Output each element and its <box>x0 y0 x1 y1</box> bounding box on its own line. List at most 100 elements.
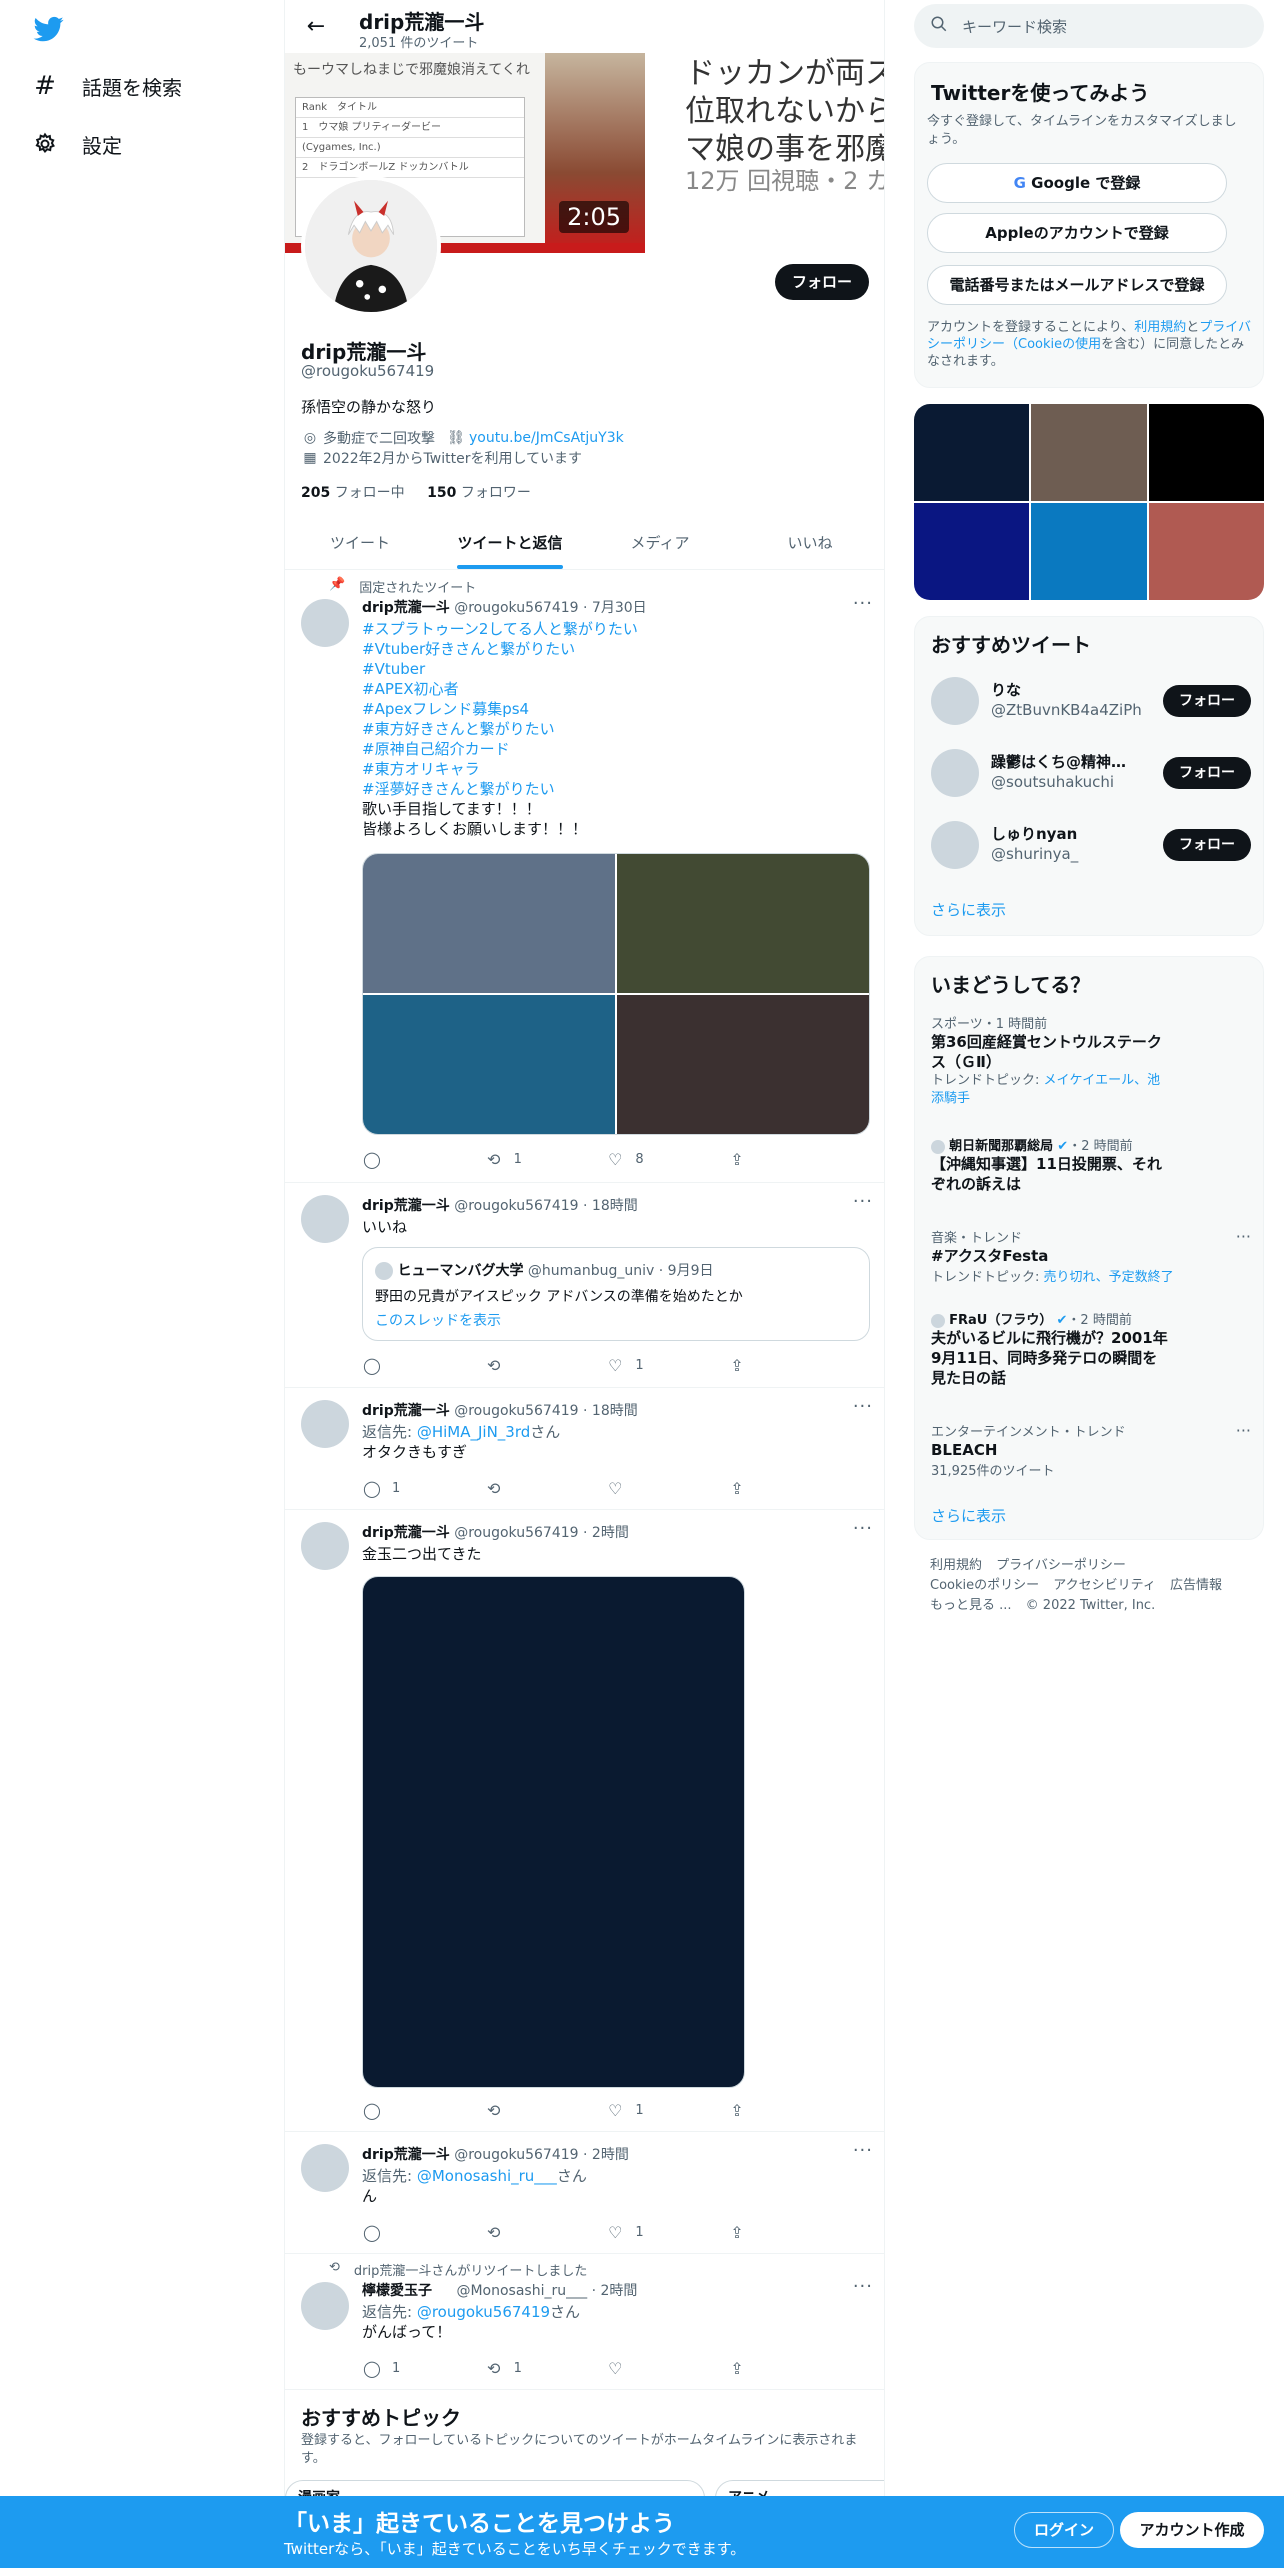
back-arrow-icon[interactable]: ← <box>299 12 333 42</box>
tab-media[interactable]: メディア <box>585 517 735 569</box>
hashtag-link[interactable]: #Apexフレンド募集ps4 <box>362 699 870 719</box>
following-link[interactable]: 205 フォロー中 <box>301 485 405 501</box>
search-box[interactable]: キーワード検索 <box>914 4 1264 48</box>
reply-button[interactable]: ◯ <box>362 2222 422 2242</box>
retweet-label[interactable]: drip荒瀧一斗さんがリツイートしました <box>354 2260 587 2279</box>
tweet-author-handle[interactable]: @Monosashi_ru___ <box>456 2283 587 2299</box>
tweet-author-name[interactable]: drip荒瀧一斗 <box>362 600 450 616</box>
profile-link[interactable]: youtu.be/JmCsAtjuY3k <box>469 430 624 446</box>
hashtag-link[interactable]: #スプラトゥーン2してる人と繋がりたい <box>362 619 870 639</box>
tweet-image[interactable] <box>617 854 869 993</box>
tweet-pinned[interactable]: 📌 固定されたツイート ··· drip荒瀧一斗 @rougoku567419 … <box>285 571 884 1183</box>
footer-link[interactable]: Cookieのポリシー <box>930 1578 1039 1593</box>
share-button[interactable]: ⇪ <box>727 1478 787 1498</box>
tweet-author-name[interactable]: drip荒瀧一斗 <box>362 1525 450 1541</box>
footer-link[interactable]: アクセシビリティ <box>1053 1578 1156 1593</box>
apple-signup-button[interactable]: Appleのアカウントで登録 <box>927 213 1227 253</box>
show-thread-link[interactable]: このスレッドを表示 <box>375 1310 857 1330</box>
tab-tweets[interactable]: ツイート <box>285 517 435 569</box>
tweet-author-name[interactable]: drip荒瀧一斗 <box>362 1198 450 1214</box>
tweet-author-name[interactable]: 檸檬愛玉子 <box>362 2283 432 2299</box>
reply-button[interactable]: ◯ 1 <box>362 1478 422 1498</box>
like-button[interactable]: ♡ <box>605 2358 665 2378</box>
tab-tweets-and-replies[interactable]: ツイートと返信 <box>435 517 585 569</box>
media-thumbnail[interactable] <box>914 404 1030 501</box>
follow-button[interactable]: フォロー <box>775 264 869 300</box>
tweet-image[interactable] <box>362 1576 745 2088</box>
share-button[interactable]: ⇪ <box>727 2100 787 2120</box>
media-thumbnail[interactable] <box>1148 404 1264 501</box>
tweet-time[interactable]: 2時間 <box>600 2283 637 2299</box>
share-button[interactable]: ⇪ <box>727 2222 787 2242</box>
like-button[interactable]: ♡ 1 <box>605 2222 665 2242</box>
tweet-author-handle[interactable]: @rougoku567419 <box>454 1198 578 1214</box>
who-to-follow-item[interactable]: しゅりnyan @shurinya_ フォロー <box>931 817 1251 873</box>
trend-item[interactable]: 音楽・トレンド ··· #アクスタFesta トレンドトピック: 売り切れ、予定… <box>931 1227 1251 1285</box>
media-thumbnail[interactable] <box>1031 503 1147 600</box>
tweet-avatar[interactable] <box>301 1522 349 1570</box>
like-button[interactable]: ♡ 8 <box>605 1149 665 1169</box>
share-button[interactable]: ⇪ <box>727 1149 787 1169</box>
retweet-button[interactable]: ⟲ 1 <box>484 2358 544 2378</box>
follow-button[interactable]: フォロー <box>1163 685 1251 717</box>
footer-link[interactable]: もっと見る ... <box>930 1598 1012 1613</box>
reply-button[interactable]: ◯ <box>362 1355 422 1375</box>
tweet-avatar[interactable] <box>301 1400 349 1448</box>
footer-link[interactable]: 広告情報 <box>1170 1578 1222 1593</box>
tweet-avatar[interactable] <box>301 2282 349 2330</box>
phone-signup-button[interactable]: 電話番号またはメールアドレスで登録 <box>927 265 1227 305</box>
footer-link[interactable]: プライバシーポリシー <box>996 1558 1126 1573</box>
footer-link[interactable]: 利用規約 <box>930 1558 982 1573</box>
who-to-follow-item[interactable]: 躁鬱はくち@精神疾... @soutsuhakuchi フォロー <box>931 745 1251 801</box>
more-icon[interactable]: ··· <box>1236 1227 1251 1246</box>
profile-avatar[interactable] <box>301 176 441 316</box>
follow-button[interactable]: フォロー <box>1163 757 1251 789</box>
share-button[interactable]: ⇪ <box>727 2358 787 2378</box>
tweet-author-name[interactable]: drip荒瀧一斗 <box>362 1403 450 1419</box>
reply-to-link[interactable]: @HiMA_JiN_3rd <box>417 1423 530 1441</box>
trend-topics-links[interactable]: 売り切れ、予定数終了 <box>1044 1270 1174 1285</box>
follow-button[interactable]: フォロー <box>1163 829 1251 861</box>
signup-button[interactable]: アカウント作成 <box>1120 2512 1264 2548</box>
tweet-time[interactable]: 18時間 <box>592 1403 638 1419</box>
show-more-link[interactable]: さらに表示 <box>931 899 1006 920</box>
tweet-author-handle[interactable]: @rougoku567419 <box>454 2147 578 2163</box>
media-thumbnail[interactable] <box>914 503 1030 600</box>
quoted-tweet[interactable]: ヒューマンバグ大学 @humanbug_univ · 9月9日 野田の兄貴がアイ… <box>362 1247 870 1341</box>
followers-link[interactable]: 150 フォロワー <box>427 485 531 501</box>
hashtag-link[interactable]: #東方オリキャラ <box>362 759 870 779</box>
trend-item[interactable]: スポーツ・1 時間前 第36回産経賞セントウルステークス（ＧⅡ） トレンドトピッ… <box>931 1013 1251 1108</box>
nav-settings[interactable]: 設定 <box>32 124 122 164</box>
reply-to-link[interactable]: @Monosashi_ru___ <box>417 2167 557 2185</box>
reply-button[interactable]: ◯ 1 <box>362 2358 422 2378</box>
tweet-avatar[interactable] <box>301 1195 349 1243</box>
show-more-link[interactable]: さらに表示 <box>931 1505 1006 1526</box>
tweet-avatar[interactable] <box>301 599 349 647</box>
tweet-time[interactable]: 18時間 <box>592 1198 638 1214</box>
twitter-logo-icon[interactable] <box>32 14 66 44</box>
tweet-author-handle[interactable]: @rougoku567419 <box>454 600 578 616</box>
retweet-button[interactable]: ⟲ 1 <box>484 1149 544 1169</box>
hashtag-link[interactable]: #Vtuber好きさんと繋がりたい <box>362 639 870 659</box>
reply-button[interactable]: ◯ <box>362 1149 422 1169</box>
tweet-time[interactable]: 2時間 <box>592 1525 629 1541</box>
like-button[interactable]: ♡ 1 <box>605 2100 665 2120</box>
tweet-time[interactable]: 2時間 <box>592 2147 629 2163</box>
share-button[interactable]: ⇪ <box>727 1355 787 1375</box>
reply-to-link[interactable]: @rougoku567419 <box>417 2303 550 2321</box>
like-button[interactable]: ♡ <box>605 1478 665 1498</box>
tweet-author-handle[interactable]: @rougoku567419 <box>454 1525 578 1541</box>
trend-item[interactable]: エンターテインメント・トレンド ··· BLEACH 31,925件のツイート <box>931 1421 1251 1479</box>
hashtag-link[interactable]: #東方好きさんと繋がりたい <box>362 719 870 739</box>
avatar[interactable] <box>931 677 979 725</box>
retweet-button[interactable]: ⟲ <box>484 2100 544 2120</box>
hashtag-link[interactable]: #Vtuber <box>362 659 870 679</box>
avatar[interactable] <box>931 821 979 869</box>
search-input[interactable]: キーワード検索 <box>962 16 1067 37</box>
terms-link[interactable]: 利用規約 <box>1134 320 1186 335</box>
reply-button[interactable]: ◯ <box>362 2100 422 2120</box>
retweet-button[interactable]: ⟲ <box>484 2222 544 2242</box>
tweet[interactable]: ··· drip荒瀧一斗 @rougoku567419 · 18時間 いいね ヒ… <box>285 1183 884 1388</box>
hashtag-link[interactable]: #原神自己紹介カード <box>362 739 870 759</box>
tweet[interactable]: ··· drip荒瀧一斗 @rougoku567419 · 2時間 返信先: @… <box>285 2132 884 2254</box>
